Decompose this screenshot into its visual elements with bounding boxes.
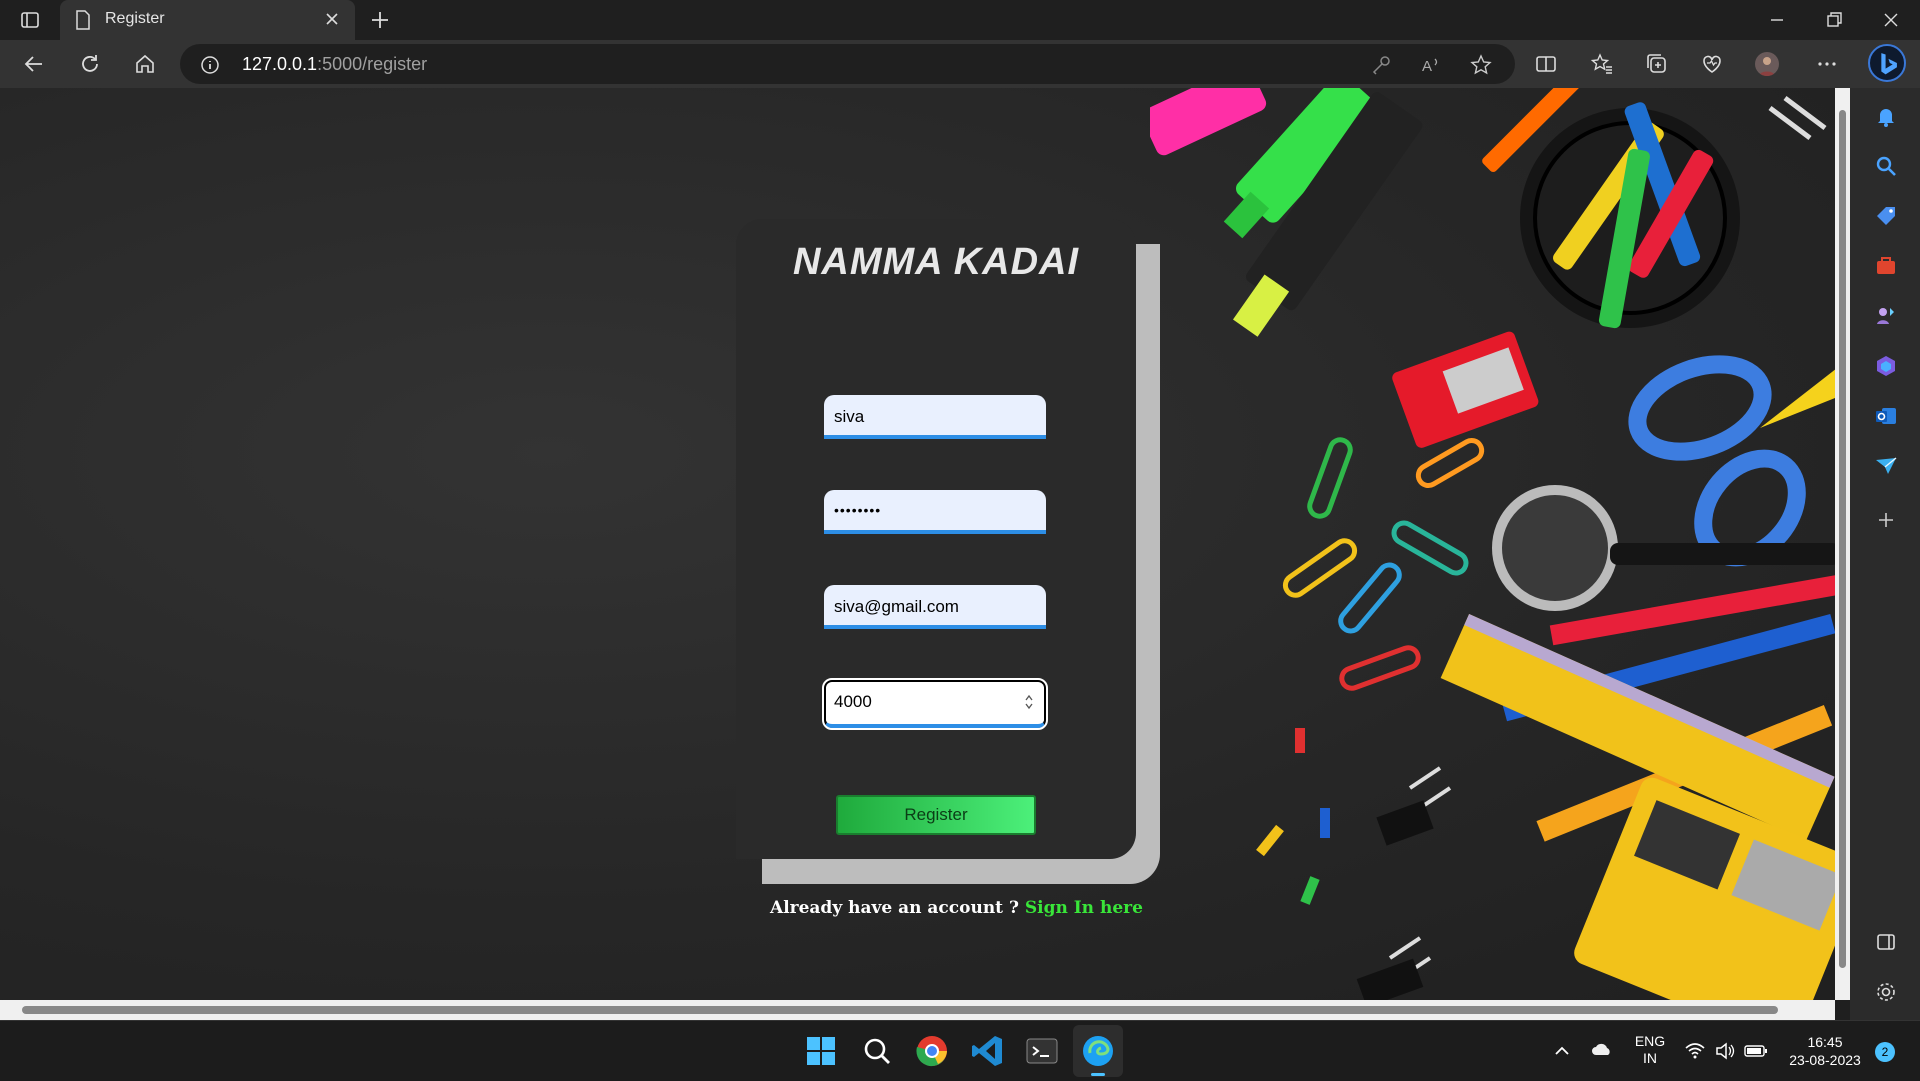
email-input[interactable]: siva@gmail.com <box>824 585 1046 629</box>
close-window-icon[interactable] <box>1879 8 1903 32</box>
battery-icon[interactable] <box>1744 1043 1768 1059</box>
brand-title: NAMMA KADAI <box>792 241 1080 283</box>
hide-sidebar-icon[interactable] <box>1874 930 1898 954</box>
outlook-icon[interactable] <box>1874 404 1898 428</box>
collections-icon[interactable] <box>1645 52 1669 76</box>
address-bar-row: 127.0.0.1:5000/register A <box>0 40 1920 88</box>
username-input[interactable]: siva <box>824 395 1046 439</box>
horizontal-scrollbar[interactable] <box>0 1000 1835 1020</box>
edge-sidebar <box>1850 88 1920 1020</box>
clock-date: 23-08-2023 <box>1789 1052 1861 1068</box>
tab-title: Register <box>105 10 165 27</box>
home-icon[interactable] <box>133 52 157 76</box>
wifi-icon[interactable] <box>1684 1041 1706 1061</box>
bing-copilot-button[interactable] <box>1868 44 1906 82</box>
active-app-indicator <box>1091 1073 1105 1076</box>
taskbar-search-icon[interactable] <box>859 1033 895 1069</box>
number-value: 4000 <box>834 692 872 711</box>
signin-prompt-text: Already have an account ? <box>770 898 1025 918</box>
edge-browser-icon <box>1083 1036 1113 1066</box>
profile-avatar[interactable] <box>1755 52 1779 76</box>
signin-link[interactable]: Sign In here <box>1025 898 1143 918</box>
notifications-bell-icon[interactable] <box>1874 104 1898 128</box>
back-icon[interactable] <box>22 52 46 76</box>
taskbar-edge-active[interactable] <box>1073 1025 1123 1077</box>
show-hidden-icons-icon[interactable] <box>1552 1041 1572 1061</box>
tab-strip: Register <box>0 0 1920 40</box>
url-text: 127.0.0.1:5000/register <box>242 54 428 74</box>
favorites-icon[interactable] <box>1590 52 1614 76</box>
spinner-arrows-icon[interactable] <box>1024 692 1034 712</box>
minimize-icon[interactable] <box>1765 8 1789 32</box>
language-region: IN <box>1643 1050 1657 1066</box>
address-bar[interactable]: 127.0.0.1:5000/register A <box>180 44 1515 84</box>
windows-start-icon[interactable] <box>803 1033 839 1069</box>
password-input[interactable]: •••••••• <box>824 490 1046 534</box>
bing-icon <box>1881 53 1897 75</box>
chrome-icon[interactable] <box>914 1033 950 1069</box>
new-tab-icon[interactable] <box>368 8 392 32</box>
volume-icon[interactable] <box>1714 1041 1736 1061</box>
language-code: ENG <box>1634 1033 1666 1049</box>
page-viewport: NAMMA KADAI siva •••••••• siva@gmail.com… <box>0 88 1835 1000</box>
site-info-icon[interactable] <box>200 55 220 75</box>
favorite-star-icon[interactable] <box>1470 54 1492 76</box>
refresh-icon[interactable] <box>78 52 102 76</box>
more-options-icon[interactable] <box>1815 52 1839 76</box>
restore-icon[interactable] <box>1822 8 1846 32</box>
notification-count-badge[interactable]: 2 <box>1875 1042 1895 1062</box>
vertical-scrollbar[interactable] <box>1835 88 1850 1000</box>
sidebar-settings-icon[interactable] <box>1874 980 1898 1004</box>
password-key-icon[interactable] <box>1370 54 1392 76</box>
language-indicator[interactable]: ENG IN <box>1630 1033 1670 1067</box>
page-icon <box>76 10 90 30</box>
onedrive-cloud-icon[interactable] <box>1590 1039 1614 1059</box>
shopping-tag-icon[interactable] <box>1874 204 1898 228</box>
tab-actions-icon[interactable] <box>18 8 42 32</box>
browser-essentials-icon[interactable] <box>1700 52 1724 76</box>
tools-briefcase-icon[interactable] <box>1874 254 1898 278</box>
horizontal-scroll-thumb[interactable] <box>22 1006 1778 1014</box>
clock[interactable]: 16:45 23-08-2023 <box>1785 1033 1865 1069</box>
search-icon[interactable] <box>1874 154 1898 178</box>
add-sidebar-app-icon[interactable] <box>1874 508 1898 532</box>
windows-taskbar: ENG IN 16:45 23-08-2023 2 <box>0 1020 1920 1081</box>
profile-icon <box>1759 57 1775 76</box>
vertical-scroll-thumb[interactable] <box>1839 110 1846 968</box>
number-input[interactable]: 4000 <box>822 678 1048 730</box>
microsoft-365-icon[interactable] <box>1874 354 1898 378</box>
close-tab-icon[interactable] <box>323 10 341 28</box>
stationery-background-image <box>1150 88 1835 1000</box>
tab-register[interactable]: Register <box>60 0 355 40</box>
svg-text:A: A <box>1422 58 1432 75</box>
terminal-icon[interactable] <box>1024 1033 1060 1069</box>
drop-send-icon[interactable] <box>1874 454 1898 478</box>
split-screen-icon[interactable] <box>1534 52 1558 76</box>
register-button[interactable]: Register <box>836 795 1036 835</box>
read-aloud-icon[interactable]: A <box>1420 54 1442 76</box>
register-card: NAMMA KADAI siva •••••••• siva@gmail.com… <box>736 219 1136 859</box>
vscode-icon[interactable] <box>969 1033 1005 1069</box>
games-icon[interactable] <box>1874 304 1898 328</box>
signin-prompt: Already have an account ? Sign In here <box>770 898 1143 918</box>
clock-time: 16:45 <box>1807 1034 1843 1050</box>
